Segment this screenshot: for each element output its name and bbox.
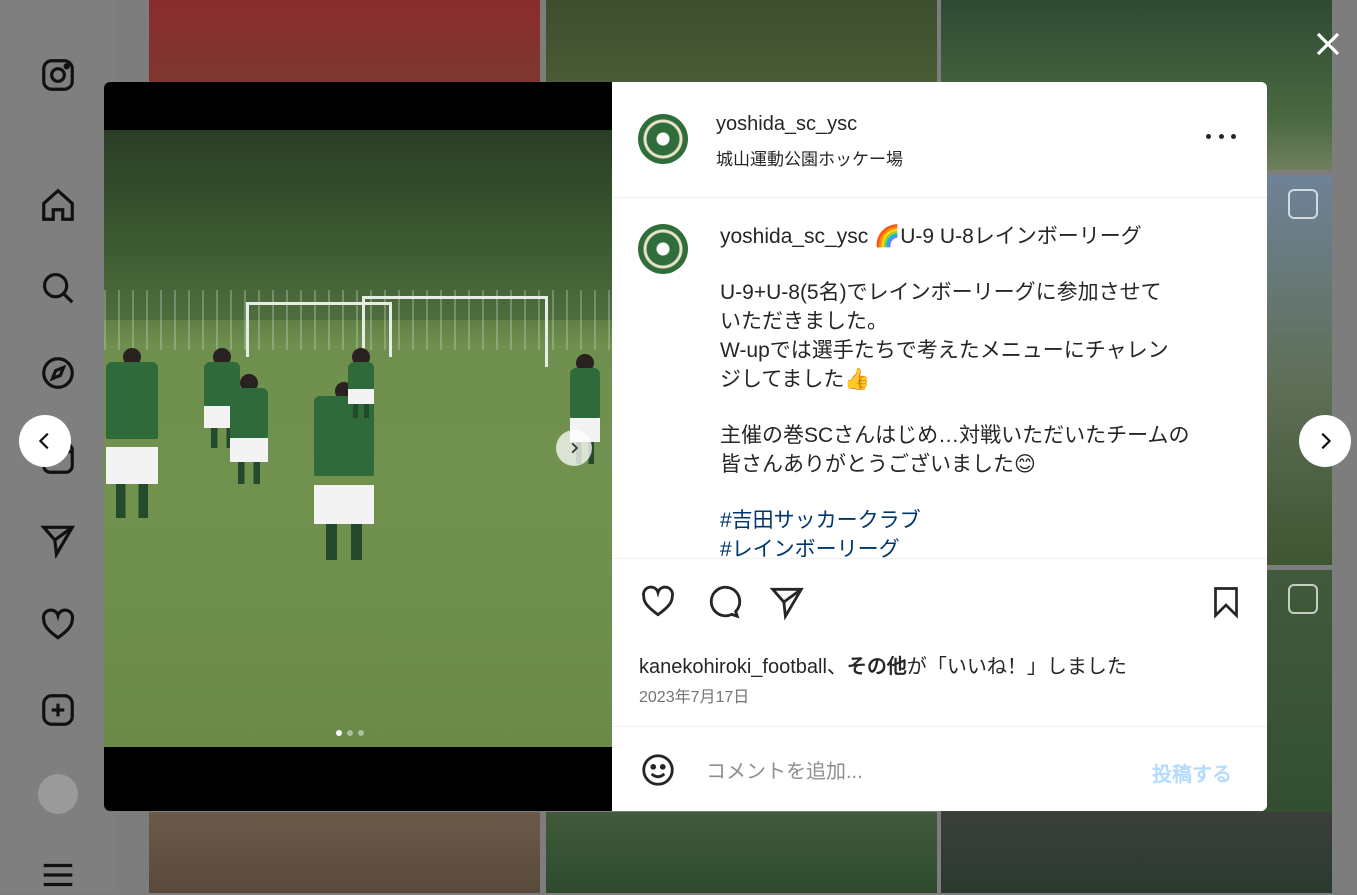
carousel-dot — [336, 730, 342, 736]
heart-icon[interactable] — [38, 605, 78, 645]
post-media — [104, 82, 612, 811]
carousel-next-button[interactable] — [556, 430, 592, 466]
chevron-left-icon — [38, 432, 49, 450]
caption-line: W-upでは選手たちで考えたメニューにチャレン — [720, 339, 1169, 362]
emoji-button[interactable] — [638, 750, 678, 790]
more-options-button[interactable] — [1206, 126, 1236, 146]
hashtag-link[interactable]: #吉田サッカークラブ — [720, 506, 1240, 535]
bookmark-icon — [1214, 587, 1238, 619]
chevron-right-icon — [1321, 432, 1332, 450]
post-caption: yoshida_sc_ysc 🌈U-9 U-8レインボーリーグ U-9+U-8(… — [720, 222, 1240, 558]
create-icon[interactable] — [38, 690, 78, 730]
caption-line: ジしてました👍 — [720, 368, 871, 391]
post-comment-button[interactable]: 投稿する — [1152, 758, 1232, 787]
comment-button[interactable] — [703, 582, 743, 622]
home-icon[interactable] — [38, 185, 78, 225]
caption-line: 主催の巻SCさんはじめ…対戦いただいたチームの — [720, 424, 1190, 447]
caption-line: 皆さんありがとうございました😊 — [720, 453, 1036, 476]
chevron-right-icon — [571, 442, 579, 454]
likes-summary: kanekohiroki_football、その他が「いいね！」しました — [639, 650, 1127, 679]
comment-input[interactable] — [704, 754, 1128, 790]
next-post-button[interactable] — [1299, 415, 1351, 467]
post-username[interactable]: yoshida_sc_ysc — [716, 113, 857, 136]
profile-avatar[interactable] — [38, 774, 78, 814]
share-button[interactable] — [767, 582, 807, 622]
likes-others-link[interactable]: その他 — [847, 656, 907, 678]
menu-icon[interactable] — [38, 855, 78, 895]
explore-icon[interactable] — [38, 353, 78, 393]
search-icon[interactable] — [38, 268, 78, 308]
caption-line: いただきました。 — [720, 310, 888, 333]
reel-badge-icon — [1288, 189, 1318, 219]
caption-username[interactable]: yoshida_sc_ysc — [720, 225, 868, 248]
carousel-badge-icon — [1288, 584, 1318, 614]
like-button[interactable] — [638, 582, 678, 622]
share-icon — [769, 587, 804, 621]
carousel-dot — [358, 730, 364, 736]
save-button[interactable] — [1206, 582, 1246, 622]
liker-username[interactable]: kanekohiroki_football — [639, 656, 827, 678]
instagram-icon[interactable] — [38, 55, 78, 95]
player — [106, 348, 158, 518]
grid-post[interactable] — [941, 812, 1332, 893]
heart-icon — [642, 585, 674, 617]
divider — [612, 726, 1267, 727]
post-date[interactable]: 2023年7月17日 — [639, 683, 749, 707]
grid-post[interactable] — [149, 812, 540, 893]
comment-icon — [709, 585, 742, 619]
caption-line: U-9+U-8(5名)でレインボーリーグに参加させて — [720, 281, 1162, 304]
caption-avatar[interactable] — [638, 224, 688, 274]
close-button[interactable] — [1308, 24, 1348, 64]
post-details: yoshida_sc_ysc 城山運動公園ホッケー場 yoshida_sc_ys… — [612, 82, 1267, 811]
goal — [362, 296, 548, 367]
post-location[interactable]: 城山運動公園ホッケー場 — [716, 145, 903, 170]
carousel-dots — [336, 730, 364, 736]
emoji-icon — [642, 754, 674, 786]
likes-joiner: 、 — [826, 656, 847, 678]
club-logo-avatar[interactable] — [638, 114, 688, 164]
send-icon[interactable] — [38, 520, 78, 560]
carousel-dot — [347, 730, 353, 736]
previous-post-button[interactable] — [19, 415, 71, 467]
player — [348, 348, 374, 418]
grid-post[interactable] — [546, 812, 937, 893]
post-photo — [104, 130, 612, 747]
divider — [612, 558, 1267, 559]
caption-title: 🌈U-9 U-8レインボーリーグ — [874, 225, 1142, 248]
close-icon — [1316, 32, 1340, 56]
player — [230, 374, 268, 484]
likes-suffix: が「いいね！」しました — [906, 656, 1127, 678]
divider — [612, 197, 1267, 198]
hashtag-link[interactable]: #レインボーリーグ — [720, 535, 1240, 558]
post-modal: yoshida_sc_ysc 城山運動公園ホッケー場 yoshida_sc_ys… — [104, 82, 1267, 811]
